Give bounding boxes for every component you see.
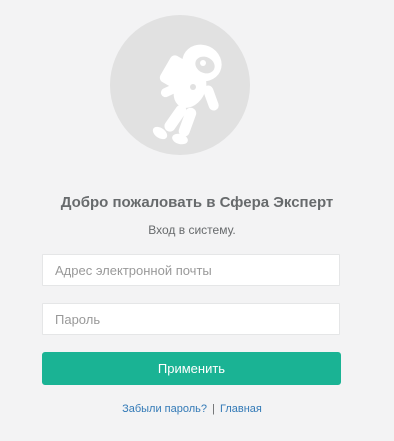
home-link[interactable]: Главная	[220, 403, 262, 415]
login-subtitle: Вход в систему.	[148, 223, 236, 237]
email-field[interactable]	[42, 254, 340, 286]
astronaut-icon	[152, 44, 222, 145]
footer-links: Забыли пароль? | Главная	[0, 402, 384, 416]
avatar	[110, 15, 250, 155]
link-separator: |	[212, 403, 215, 415]
submit-button[interactable]: Применить	[42, 352, 341, 385]
forgot-password-link[interactable]: Забыли пароль?	[122, 403, 207, 415]
page-title: Добро пожаловать в Сфера Эксперт	[60, 194, 334, 211]
login-form: Добро пожаловать в Сфера Эксперт Вход в …	[0, 0, 394, 441]
password-field[interactable]	[42, 303, 340, 335]
